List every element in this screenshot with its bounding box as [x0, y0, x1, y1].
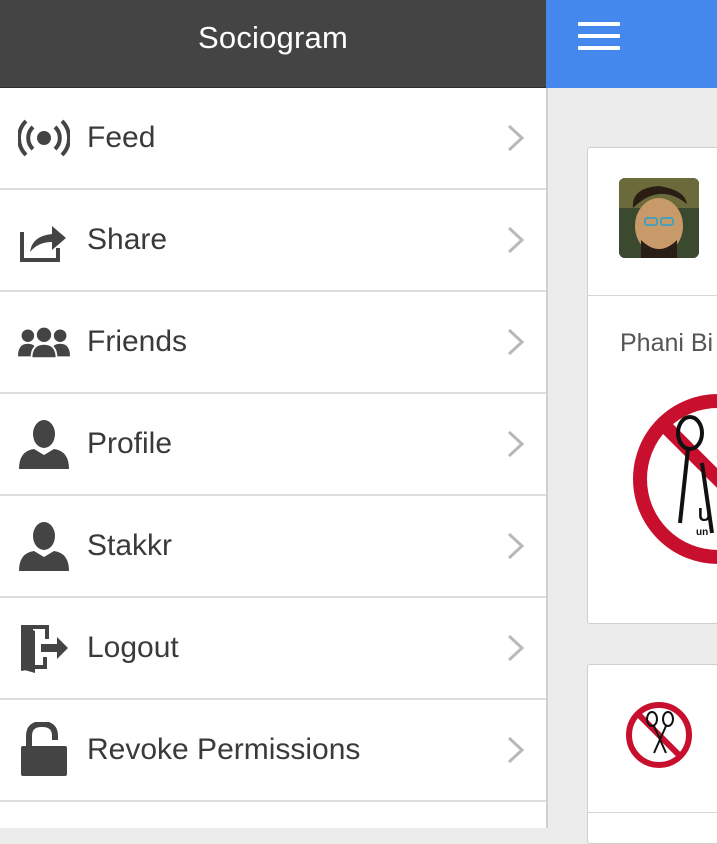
chevron-right-icon [505, 327, 527, 357]
menu-item-revoke-permissions[interactable]: Revoke Permissions [0, 700, 546, 802]
sidebar-edge-shadow [546, 88, 548, 828]
feed-post-card[interactable]: Phani Bi U un [587, 147, 717, 624]
sidebar-menu: Sociogram Feed Share Friends Profile Sta… [0, 0, 546, 828]
card-divider [588, 812, 717, 813]
menu-item-logout[interactable]: Logout [0, 598, 546, 700]
friends-icon [18, 316, 70, 368]
app-top-bar [546, 0, 717, 88]
post-author-name: Phani Bi [620, 329, 714, 357]
person-icon [18, 418, 70, 470]
post-thumbnail[interactable] [624, 699, 694, 776]
menu-item-feed[interactable]: Feed [0, 88, 546, 190]
menu-item-stakkr[interactable]: Stakkr [0, 496, 546, 598]
menu-item-label: Friends [87, 325, 188, 358]
chevron-right-icon [505, 735, 527, 765]
menu-item-share[interactable]: Share [0, 190, 546, 292]
menu-item-profile[interactable]: Profile [0, 394, 546, 496]
svg-text:U: U [698, 505, 711, 525]
avatar-photo-image [619, 178, 699, 258]
chevron-right-icon [505, 225, 527, 255]
person-icon [18, 520, 70, 572]
chevron-right-icon [505, 531, 527, 561]
unlock-icon [18, 722, 70, 776]
chevron-right-icon [505, 429, 527, 459]
chevron-right-icon [505, 123, 527, 153]
post-image[interactable]: U un [632, 393, 717, 578]
avatar[interactable] [619, 178, 699, 258]
card-divider [588, 295, 717, 296]
menu-item-label: Profile [87, 427, 173, 460]
menu-item-label: Logout [87, 631, 179, 664]
menu-item-friends[interactable]: Friends [0, 292, 546, 394]
hamburger-menu-icon[interactable] [578, 22, 620, 52]
chevron-right-icon [505, 633, 527, 663]
menu-item-label: Feed [87, 121, 156, 154]
svg-text:un: un [696, 527, 708, 538]
no-scissors-sign-image: U un [633, 394, 717, 564]
menu-item-label: Share [87, 223, 168, 256]
menu-item-label: Revoke Permissions [87, 733, 361, 766]
app-title: Sociogram [198, 19, 348, 55]
menu-item-label: Stakkr [87, 529, 173, 562]
feed-post-card[interactable] [587, 664, 717, 844]
share-icon [18, 214, 70, 266]
logout-door-icon [18, 622, 70, 674]
no-scissors-thumbnail-image [626, 702, 692, 768]
broadcast-icon [18, 112, 70, 164]
sidebar-header: Sociogram [0, 0, 546, 88]
